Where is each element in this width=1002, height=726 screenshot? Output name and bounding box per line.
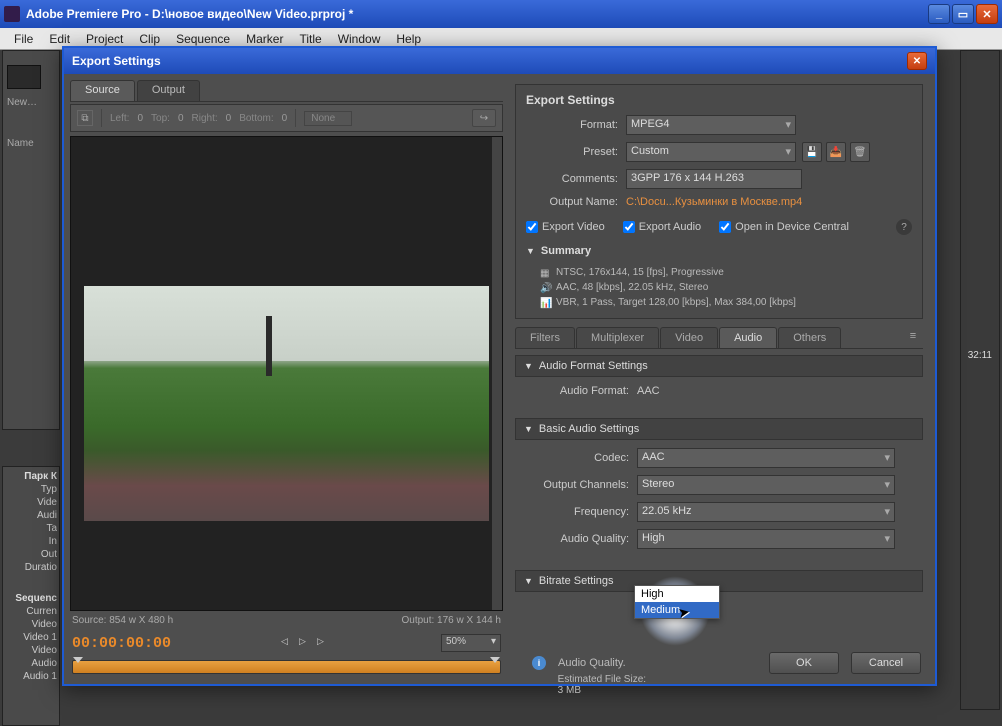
tab-others[interactable]: Others	[778, 327, 841, 348]
menu-marker[interactable]: Marker	[238, 32, 291, 46]
cursor-icon: ➤	[677, 603, 692, 622]
save-preset-icon[interactable]: 💾	[802, 142, 822, 162]
quality-dropdown[interactable]: High	[637, 529, 895, 549]
info-icon: i	[532, 656, 546, 670]
tab-video[interactable]: Video	[660, 327, 718, 348]
settings-tabs: Filters Multiplexer Video Audio Others ≡	[515, 327, 923, 349]
format-label: Format:	[526, 119, 626, 131]
timecode[interactable]: 00:00:00:00	[72, 635, 171, 652]
export-audio-checkbox[interactable]: Export Audio	[623, 221, 701, 233]
minimize-button[interactable]: _	[928, 4, 950, 24]
outputname-label: Output Name:	[526, 196, 626, 208]
menu-window[interactable]: Window	[330, 32, 389, 46]
crop-icon[interactable]: ⧉	[77, 110, 93, 126]
step-back-button[interactable]: ◁	[281, 636, 295, 650]
project-thumb[interactable]	[7, 65, 41, 89]
menu-edit[interactable]: Edit	[41, 32, 78, 46]
menu-sequence[interactable]: Sequence	[168, 32, 238, 46]
quality-label: Audio Quality:	[521, 533, 637, 545]
preview-frame	[84, 286, 489, 521]
menu-title[interactable]: Title	[291, 32, 329, 46]
frequency-label: Frequency:	[521, 506, 637, 518]
codec-label: Codec:	[521, 452, 637, 464]
codec-dropdown[interactable]: AAC	[637, 448, 895, 468]
audio-format-value: AAC	[637, 385, 660, 397]
est-size-label: Estimated File Size:	[558, 674, 646, 685]
video-icon: ▦	[540, 268, 550, 278]
open-device-checkbox[interactable]: Open in Device Central	[719, 221, 849, 233]
summary-header[interactable]: ▼Summary	[526, 245, 912, 257]
zoom-dropdown[interactable]: 50%	[441, 634, 501, 652]
audio-format-header[interactable]: ▼Audio Format Settings	[515, 355, 923, 377]
comments-label: Comments:	[526, 173, 626, 185]
ok-button[interactable]: OK	[769, 652, 839, 674]
preview-area[interactable]	[70, 136, 503, 611]
outputname-link[interactable]: C:\Docu...Кузьминки в Москве.mp4	[626, 196, 802, 208]
format-dropdown[interactable]: MPEG4	[626, 115, 796, 135]
quality-tooltip: Audio Quality.	[558, 657, 626, 669]
tab-multiplexer[interactable]: Multiplexer	[576, 327, 659, 348]
tabs-menu-icon[interactable]: ≡	[903, 327, 923, 345]
crop-aspect-dropdown[interactable]: None	[304, 111, 352, 126]
basic-audio-header[interactable]: ▼Basic Audio Settings	[515, 418, 923, 440]
maximize-button[interactable]: ▭	[952, 4, 974, 24]
dialog-title: Export Settings	[72, 54, 907, 68]
project-panel: New… Name	[2, 50, 60, 430]
new-item[interactable]: New…	[7, 97, 55, 108]
window-title: Adobe Premiere Pro - D:\новое видео\New …	[26, 7, 928, 21]
source-dims: Source: 854 w X 480 h	[72, 615, 173, 626]
menu-clip[interactable]: Clip	[131, 32, 168, 46]
quality-option-high[interactable]: High	[635, 586, 719, 602]
export-video-checkbox[interactable]: Export Video	[526, 221, 605, 233]
clip-title: Парк К	[5, 471, 57, 482]
audio-icon: 🔊	[540, 283, 550, 293]
quality-dropdown-list[interactable]: High Medium	[634, 585, 720, 619]
apply-crop-button[interactable]: ↪	[472, 109, 496, 127]
play-button[interactable]: ▷	[299, 636, 313, 650]
output-dims: Output: 176 w X 144 h	[401, 615, 501, 626]
bitrate-icon: 📊	[540, 298, 550, 308]
timecode-right: 32:11	[968, 350, 992, 361]
menu-project[interactable]: Project	[78, 32, 131, 46]
dialog-close-button[interactable]: ✕	[907, 52, 927, 70]
help-icon[interactable]: ?	[896, 219, 912, 235]
close-button[interactable]: ✕	[976, 4, 998, 24]
scrub-bar[interactable]	[72, 660, 501, 674]
clip-info-panel: Парк К Typ Vide Audi Ta In Out Duratio S…	[2, 466, 60, 726]
cancel-button[interactable]: Cancel	[851, 652, 921, 674]
crop-toolbar: ⧉ Left:0 Top:0 Right:0 Bottom:0 None ↪	[70, 104, 503, 132]
delete-preset-icon[interactable]: 🗑	[850, 142, 870, 162]
sequence-hdr: Sequenc	[5, 593, 57, 604]
step-fwd-button[interactable]: ▷	[317, 636, 331, 650]
tab-source[interactable]: Source	[70, 80, 135, 101]
timeline-panel-right	[960, 50, 1000, 710]
audio-format-label: Audio Format:	[521, 385, 637, 397]
est-size-value: 3 MB	[558, 685, 646, 696]
comments-field[interactable]: 3GPP 176 x 144 H.263	[626, 169, 802, 189]
dialog-titlebar[interactable]: Export Settings ✕	[64, 48, 935, 74]
frequency-dropdown[interactable]: 22.05 kHz	[637, 502, 895, 522]
tab-audio[interactable]: Audio	[719, 327, 777, 348]
menu-help[interactable]: Help	[388, 32, 429, 46]
preset-label: Preset:	[526, 146, 626, 158]
menu-file[interactable]: File	[6, 32, 41, 46]
import-preset-icon[interactable]: 📥	[826, 142, 846, 162]
tab-output[interactable]: Output	[137, 80, 200, 101]
export-settings-dialog: Export Settings ✕ Source Output ⧉ Left:0…	[62, 46, 937, 686]
name-header: Name	[7, 138, 55, 149]
channels-label: Output Channels:	[521, 479, 637, 491]
preset-dropdown[interactable]: Custom	[626, 142, 796, 162]
app-icon	[4, 6, 20, 22]
tab-filters[interactable]: Filters	[515, 327, 575, 348]
export-settings-header: Export Settings	[526, 93, 912, 107]
preview-scrollbar[interactable]	[492, 137, 502, 610]
channels-dropdown[interactable]: Stereo	[637, 475, 895, 495]
main-titlebar: Adobe Premiere Pro - D:\новое видео\New …	[0, 0, 1002, 28]
